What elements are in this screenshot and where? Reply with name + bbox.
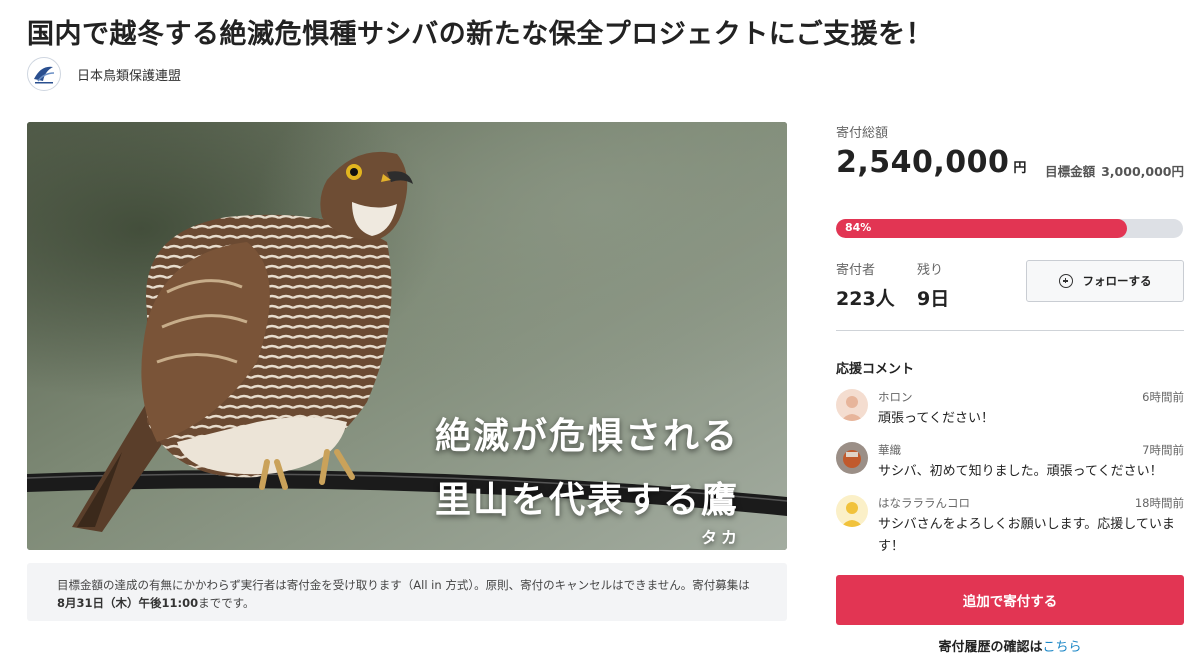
follow-button[interactable]: フォローする — [1026, 260, 1184, 302]
comment-item: 華織 7時間前 サシバ、初めて知りました。頑張ってください！ — [836, 442, 1184, 483]
currency-label: 円 — [1013, 161, 1027, 176]
comment-author: 華織 — [878, 443, 901, 457]
comments-title: 応援コメント — [836, 362, 915, 377]
hero-ruby: タカ — [700, 528, 741, 547]
plus-circle-icon — [1058, 274, 1073, 288]
person-avatar-icon — [836, 495, 868, 527]
total-label: 寄付総額 — [836, 126, 889, 141]
comment-time: 7時間前 — [1142, 443, 1184, 457]
goal-amount: 目標金額 3,000,000円 — [1039, 161, 1184, 180]
comment-item: はなラララんコロ 18時間前 サシバさんをよろしくお願いします。応援しています！ — [836, 495, 1184, 558]
notice-text-end: までです。 — [198, 596, 255, 610]
notice-deadline: 8月31日（木）午後11:00 — [57, 596, 199, 610]
history-label: 寄付履歴の確認は — [938, 640, 1043, 655]
hero-image: 絶滅が危惧される 里山を代表する鷹 タカ — [27, 122, 787, 550]
bird-logo-icon — [27, 57, 61, 91]
photo-avatar — [836, 442, 868, 474]
stats-row: 寄付者 223人 残り 9日 フォローする — [836, 259, 1184, 331]
organization-name[interactable]: 日本鳥類保護連盟 — [77, 65, 181, 84]
notice-box: 目標金額の達成の有無にかかわらず実行者は寄付金を受け取ります（All in 方式… — [27, 563, 787, 621]
comment-time: 18時間前 — [1134, 496, 1184, 510]
donate-button[interactable]: 追加で寄付する — [836, 575, 1184, 625]
history-link[interactable]: こちら — [1043, 640, 1082, 655]
organization[interactable]: 日本鳥類保護連盟 — [27, 57, 181, 91]
history-line: 寄付履歴の確認はこちら — [836, 636, 1184, 655]
page-title: 国内で越冬する絶滅危惧種サシバの新たな保全プロジェクトにご支援を！ — [27, 19, 934, 50]
person-avatar-icon — [836, 389, 868, 421]
remaining-days: 9日 — [917, 288, 950, 310]
goal-value: 3,000,000円 — [1101, 164, 1184, 179]
comment-author: はなラララんコロ — [878, 496, 970, 510]
funding-panel: 寄付総額 2,540,000 円 目標金額 3,000,000円 84% 寄付者 2… — [836, 122, 1184, 558]
hero-headline-line2: 里山を代表する鷹 — [434, 479, 739, 521]
hero-headline-line1: 絶滅が危惧される — [434, 415, 739, 457]
total-amount: 2,540,000 — [836, 145, 1010, 180]
comment-time: 6時間前 — [1142, 390, 1184, 404]
comment-text: サシバ、初めて知りました。頑張ってください！ — [878, 464, 1163, 479]
comment-text: サシバさんをよろしくお願いします。応援しています！ — [878, 517, 1175, 554]
goal-label: 目標金額 — [1045, 164, 1096, 179]
notice-text: 目標金額の達成の有無にかかわらず実行者は寄付金を受け取ります（All in 方式… — [57, 578, 750, 592]
comment-text: 頑張ってください！ — [878, 411, 994, 426]
progress-fill — [836, 219, 1128, 238]
remaining-label: 残り — [917, 263, 944, 278]
follow-label: フォローする — [1082, 274, 1152, 288]
progress-bar: 84% — [836, 219, 1183, 238]
comment-item: ホロン 6時間前 頑張ってください！ — [836, 389, 1184, 430]
donors-label: 寄付者 — [836, 263, 876, 278]
progress-percent: 84% — [845, 221, 872, 234]
donors-count: 223人 — [836, 288, 895, 310]
comment-author: ホロン — [878, 390, 913, 404]
